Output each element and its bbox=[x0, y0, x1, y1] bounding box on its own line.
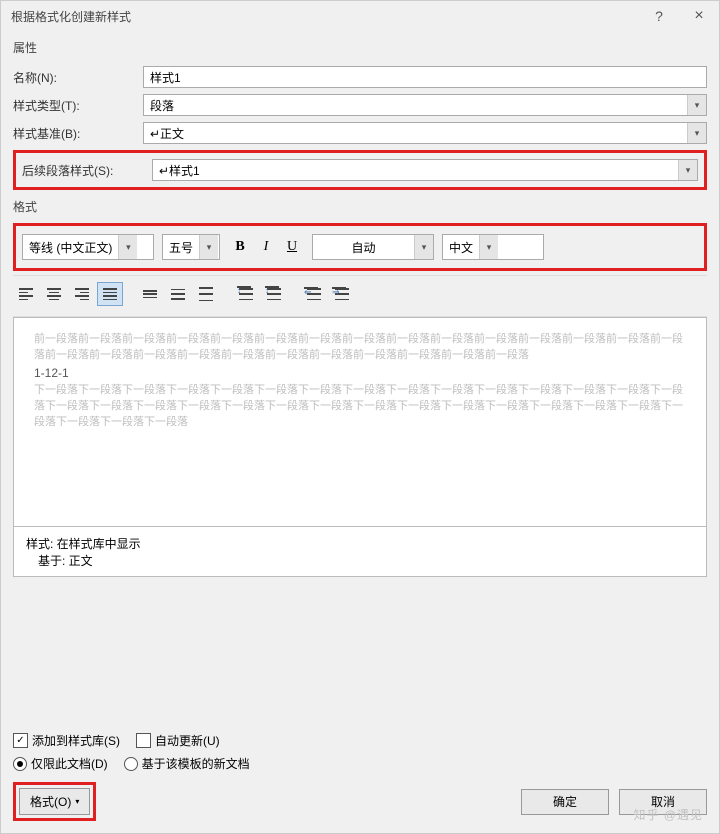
preview-pane: 前一段落前一段落前一段落前一段落前一段落前一段落前一段落前一段落前一段落前一段落… bbox=[13, 317, 707, 527]
format-button-highlight: 格式(O) ▾ bbox=[13, 782, 96, 821]
create-style-dialog: 根据格式化创建新样式 ? × 属性 名称(N): 样式类型(T): 段落 ▾ 样… bbox=[0, 0, 720, 834]
line-spacing-1-5-button[interactable] bbox=[165, 282, 191, 306]
group-properties: 属性 bbox=[13, 35, 707, 60]
close-button[interactable]: × bbox=[679, 1, 719, 31]
chevron-down-icon: ▾ bbox=[678, 160, 697, 180]
style-description: 样式: 在样式库中显示 基于: 正文 bbox=[13, 527, 707, 577]
font-size-select[interactable]: 五号 ▾ bbox=[162, 234, 220, 260]
checkbox-icon bbox=[136, 733, 151, 748]
align-justify-button[interactable] bbox=[97, 282, 123, 306]
cancel-button[interactable]: 取消 bbox=[619, 789, 707, 815]
name-input[interactable] bbox=[143, 66, 707, 88]
radio-icon bbox=[124, 757, 138, 771]
help-button[interactable]: ? bbox=[639, 1, 679, 31]
chevron-down-icon: ▾ bbox=[199, 235, 218, 259]
dialog-title: 根据格式化创建新样式 bbox=[11, 8, 639, 25]
radio-icon bbox=[13, 757, 27, 771]
script-select[interactable]: 中文 ▾ bbox=[442, 234, 544, 260]
preview-after: 下一段落下一段落下一段落下一段落下一段落下一段落下一段落下一段落下一段落下一段落… bbox=[34, 383, 686, 431]
following-style-label: 后续段落样式(S): bbox=[22, 162, 152, 179]
italic-button[interactable]: I bbox=[254, 236, 278, 258]
line-spacing-2-button[interactable] bbox=[193, 282, 219, 306]
font-family-select[interactable]: 等线 (中文正文) ▾ bbox=[22, 234, 154, 260]
style-based-select[interactable]: ↵正文 ▾ bbox=[143, 122, 707, 144]
bold-button[interactable]: B bbox=[228, 236, 252, 258]
space-before-button[interactable]: ↕ bbox=[233, 282, 259, 306]
style-type-label: 样式类型(T): bbox=[13, 97, 143, 114]
decrease-indent-button[interactable]: ⇐ bbox=[301, 282, 327, 306]
underline-button[interactable]: U bbox=[280, 236, 304, 258]
checkbox-icon: ✓ bbox=[13, 733, 28, 748]
style-type-select[interactable]: 段落 ▾ bbox=[143, 94, 707, 116]
chevron-down-icon: ▾ bbox=[479, 235, 498, 259]
font-color-select[interactable]: 自动 ▾ bbox=[312, 234, 434, 260]
new-docs-radio[interactable]: 基于该模板的新文档 bbox=[124, 755, 250, 772]
chevron-down-icon: ▾ bbox=[118, 235, 137, 259]
following-style-select[interactable]: ↵样式1 ▾ bbox=[152, 159, 698, 181]
format-dropdown-button[interactable]: 格式(O) ▾ bbox=[19, 788, 90, 815]
preview-before: 前一段落前一段落前一段落前一段落前一段落前一段落前一段落前一段落前一段落前一段落… bbox=[34, 332, 686, 364]
space-after-button[interactable]: ↕ bbox=[261, 282, 287, 306]
chevron-down-icon: ▾ bbox=[687, 95, 706, 115]
style-based-label: 样式基准(B): bbox=[13, 125, 143, 142]
name-label: 名称(N): bbox=[13, 69, 143, 86]
dropdown-caret-icon: ▾ bbox=[75, 797, 79, 806]
line-spacing-1-button[interactable] bbox=[137, 282, 163, 306]
align-left-button[interactable] bbox=[13, 282, 39, 306]
chevron-down-icon: ▾ bbox=[414, 235, 433, 259]
following-style-highlight: 后续段落样式(S): ↵样式1 ▾ bbox=[13, 150, 707, 190]
titlebar: 根据格式化创建新样式 ? × bbox=[1, 1, 719, 31]
increase-indent-button[interactable]: ⇒ bbox=[329, 282, 355, 306]
format-toolbar-highlight: 等线 (中文正文) ▾ 五号 ▾ B I U 自动 ▾ 中文 bbox=[13, 223, 707, 271]
add-to-gallery-checkbox[interactable]: ✓ 添加到样式库(S) bbox=[13, 732, 120, 749]
align-right-button[interactable] bbox=[69, 282, 95, 306]
group-format: 格式 bbox=[13, 194, 707, 219]
auto-update-checkbox[interactable]: 自动更新(U) bbox=[136, 732, 220, 749]
only-this-doc-radio[interactable]: 仅限此文档(D) bbox=[13, 755, 108, 772]
chevron-down-icon: ▾ bbox=[687, 123, 706, 143]
paragraph-toolbar: ↕ ↕ ⇐ ⇒ bbox=[13, 275, 707, 317]
preview-sample: 1-12-1 bbox=[34, 364, 686, 383]
align-center-button[interactable] bbox=[41, 282, 67, 306]
ok-button[interactable]: 确定 bbox=[521, 789, 609, 815]
